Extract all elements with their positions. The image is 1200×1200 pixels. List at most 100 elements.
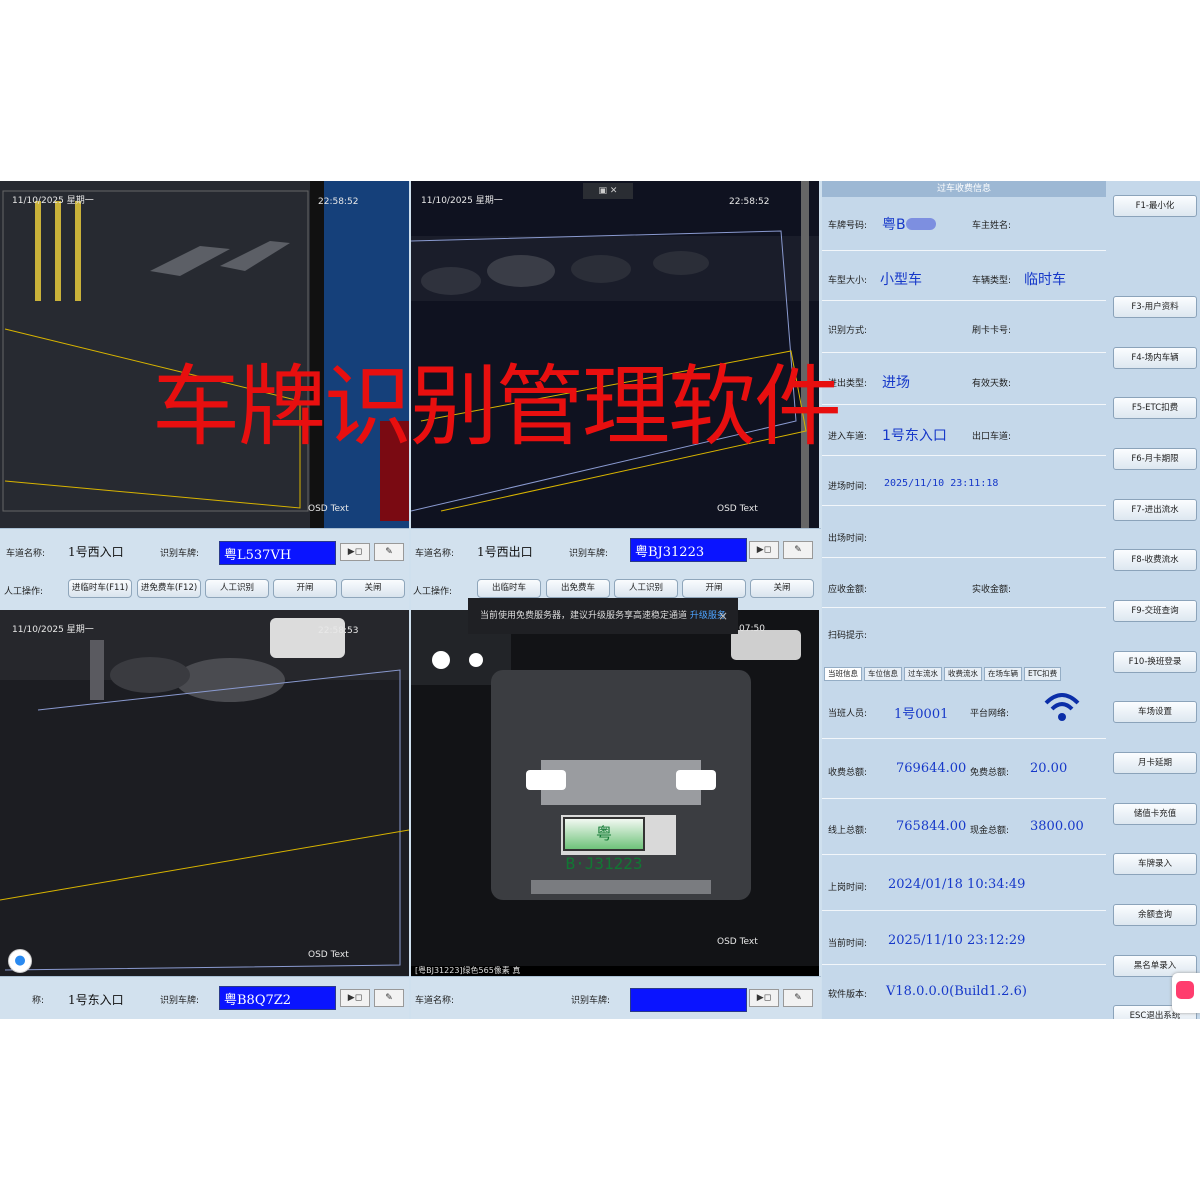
fee-row: 收费总额: 769644.00 免费总额: 20.00 xyxy=(822,739,1106,799)
tab-pass-log[interactable]: 过车流水 xyxy=(904,667,942,681)
version-row: 软件版本: V18.0.0.0(Build1.2.6) xyxy=(822,965,1106,1019)
current-time-row: 当前时间: 2025/11/10 23:12:29 xyxy=(822,911,1106,965)
minimize-button[interactable]: F1-最小化 xyxy=(1113,195,1197,217)
upgrade-notice-popup: 当前使用免费服务器，建议升级服务享高速稳定通道 升级服务 × xyxy=(468,598,738,634)
balance-query-button[interactable]: 余额查询 xyxy=(1113,904,1197,926)
function-sidebar: F1-最小化 F3-用户资料 F4-场内车辆 F5-ETC扣费 F6-月卡期限 … xyxy=(1106,181,1200,1019)
plate-label: 识别车牌: xyxy=(160,996,200,1006)
temp-car-out-button[interactable]: 出临时车 xyxy=(477,579,541,598)
close-gate-button[interactable]: 关闸 xyxy=(750,579,814,598)
manual-recognize-button[interactable]: 人工识别 xyxy=(205,579,269,598)
camera-snapshot-icon[interactable]: ▶◻ xyxy=(340,543,370,561)
camera-snapshot-icon[interactable]: ▶◻ xyxy=(749,989,779,1007)
close-icon[interactable]: × xyxy=(718,598,728,634)
vehicle-type-row: 车型大小: 小型车 车辆类型: 临时车 xyxy=(822,251,1106,301)
vehicle-size-label: 车型大小: xyxy=(828,276,868,286)
etc-deduct-button[interactable]: F5-ETC扣费 xyxy=(1113,397,1197,419)
online-total-value: 765844.00 xyxy=(896,819,967,834)
entry-time-label: 进场时间: xyxy=(828,482,868,492)
camera-snapshot-icon[interactable]: ▶◻ xyxy=(749,541,779,559)
lane-name-label: 车道名称: xyxy=(415,549,455,559)
camera-toolbar: ▣ ✕ xyxy=(583,183,633,199)
camera-timestamp: 11/10/2025 星期一 xyxy=(12,625,94,635)
tab-shift-info[interactable]: 当班信息 xyxy=(824,667,862,681)
lane-name-label: 车道名称: xyxy=(415,996,455,1006)
shift-time-row: 上岗时间: 2024/01/18 10:34:49 xyxy=(822,855,1106,911)
plate-label: 识别车牌: xyxy=(160,549,200,559)
fee-log-button[interactable]: F8-收费流水 xyxy=(1113,549,1197,571)
recognition-row: 识别方式: 刷卡卡号: xyxy=(822,301,1106,353)
parking-settings-button[interactable]: 车场设置 xyxy=(1113,701,1197,723)
edit-plate-icon[interactable]: ✎ xyxy=(783,989,813,1007)
user-profile-button[interactable]: F3-用户资料 xyxy=(1113,296,1197,318)
upgrade-notice-text: 当前使用免费服务器，建议升级服务享高速稳定通道 xyxy=(480,611,688,621)
free-total-label: 免费总额: xyxy=(970,768,1010,778)
edit-plate-icon[interactable]: ✎ xyxy=(374,543,404,561)
camera-time: 07:50 xyxy=(739,624,765,634)
temp-car-in-button[interactable]: 进临时车(F11) xyxy=(68,579,132,598)
recognized-plate xyxy=(630,988,747,1012)
amount-paid-label: 实收金额: xyxy=(972,585,1012,595)
osd-text: OSD Text xyxy=(717,504,758,514)
recognized-plate: 粤B8Q7Z2 xyxy=(219,986,336,1010)
osd-text: OSD Text xyxy=(308,504,349,514)
parked-cars-button[interactable]: F4-场内车辆 xyxy=(1113,347,1197,369)
camera-scene-3 xyxy=(0,610,409,976)
current-time-value: 2025/11/10 23:12:29 xyxy=(888,933,1026,948)
entry-time-value: 2025/11/10 23:11:18 xyxy=(884,478,999,489)
tab-fee-log[interactable]: 收费流水 xyxy=(944,667,982,681)
io-type-value: 进场 xyxy=(882,375,910,391)
location-pin-icon[interactable]: ● xyxy=(8,949,32,973)
version-label: 软件版本: xyxy=(828,990,868,1000)
scan-row: 扫码提示: xyxy=(822,608,1106,666)
staff-label: 当班人员: xyxy=(828,709,868,719)
card-number-label: 刷卡卡号: xyxy=(972,326,1012,336)
valid-days-label: 有效天数: xyxy=(972,379,1012,389)
shift-login-button[interactable]: F10-换班登录 xyxy=(1113,651,1197,673)
plate-blur xyxy=(906,218,936,230)
lane-row: 进入车道: 1号东入口 出口车道: xyxy=(822,405,1106,456)
lane-name-label: 车道名称: xyxy=(6,549,46,559)
monthly-card-button[interactable]: F6-月卡期限 xyxy=(1113,448,1197,470)
online-total-label: 线上总额: xyxy=(828,826,868,836)
tab-etc-deduct[interactable]: ETC扣费 xyxy=(1024,667,1062,681)
stored-card-topup-button[interactable]: 储值卡充值 xyxy=(1113,803,1197,825)
plate-entry-button[interactable]: 车牌录入 xyxy=(1113,853,1197,875)
open-gate-button[interactable]: 开闸 xyxy=(682,579,746,598)
camera-time: 22:58:52 xyxy=(729,197,770,207)
exit-time-label: 出场时间: xyxy=(828,534,868,544)
scan-hint-label: 扫码提示: xyxy=(828,631,868,641)
watermark-title: 车牌识别管理软件 xyxy=(152,355,842,458)
io-log-button[interactable]: F7-进出流水 xyxy=(1113,499,1197,521)
lane-control-east-exit: 车道名称: 识别车牌: ▶◻ ✎ xyxy=(411,976,821,1019)
online-row: 线上总额: 765844.00 现金总额: 3800.00 xyxy=(822,799,1106,855)
camera-view-east-exit[interactable]: 粤B·J31223 07:50 OSD Text [粤BJ31223]绿色565… xyxy=(411,610,819,976)
tab-space-info[interactable]: 车位信息 xyxy=(864,667,902,681)
plate-label: 识别车牌: xyxy=(571,996,611,1006)
tab-parked-cars[interactable]: 在场车辆 xyxy=(984,667,1022,681)
cash-total-value: 3800.00 xyxy=(1030,819,1084,834)
edit-plate-icon[interactable]: ✎ xyxy=(374,989,404,1007)
free-car-in-button[interactable]: 进免费车(F12) xyxy=(137,579,201,598)
camera-view-east-entry[interactable]: 11/10/2025 星期一 22:58:53 OSD Text xyxy=(0,610,409,976)
edit-plate-icon[interactable]: ✎ xyxy=(783,541,813,559)
free-car-out-button[interactable]: 出免费车 xyxy=(546,579,610,598)
amount-due-label: 应收金额: xyxy=(828,585,868,595)
license-plate-image: 粤B·J31223 xyxy=(563,817,645,873)
toll-info-panel: 过车收费信息 车牌号码: 粤B 车主姓名: 车型大小: 小型车 车辆类型: 临时… xyxy=(822,181,1106,1019)
camera-snapshot-icon[interactable]: ▶◻ xyxy=(340,989,370,1007)
plate-row: 车牌号码: 粤B 车主姓名: xyxy=(822,197,1106,251)
lane-name: 1号西入口 xyxy=(68,545,124,559)
shift-query-button[interactable]: F9-交班查询 xyxy=(1113,600,1197,622)
app-shortcut-icon[interactable] xyxy=(1172,973,1200,1013)
manual-recognize-button[interactable]: 人工识别 xyxy=(614,579,678,598)
close-gate-button[interactable]: 关闸 xyxy=(341,579,405,598)
exit-time-row: 出场时间: xyxy=(822,506,1106,558)
vehicle-size-value: 小型车 xyxy=(880,272,922,288)
monthly-extend-button[interactable]: 月卡延期 xyxy=(1113,752,1197,774)
info-tabs: 当班信息 车位信息 过车流水 收费流水 在场车辆 ETC扣费 xyxy=(822,667,1106,681)
shift-start-label: 上岗时间: xyxy=(828,883,868,893)
osd-text: OSD Text xyxy=(308,950,349,960)
open-gate-button[interactable]: 开闸 xyxy=(273,579,337,598)
camera-timestamp: 11/10/2025 星期一 xyxy=(12,196,94,206)
